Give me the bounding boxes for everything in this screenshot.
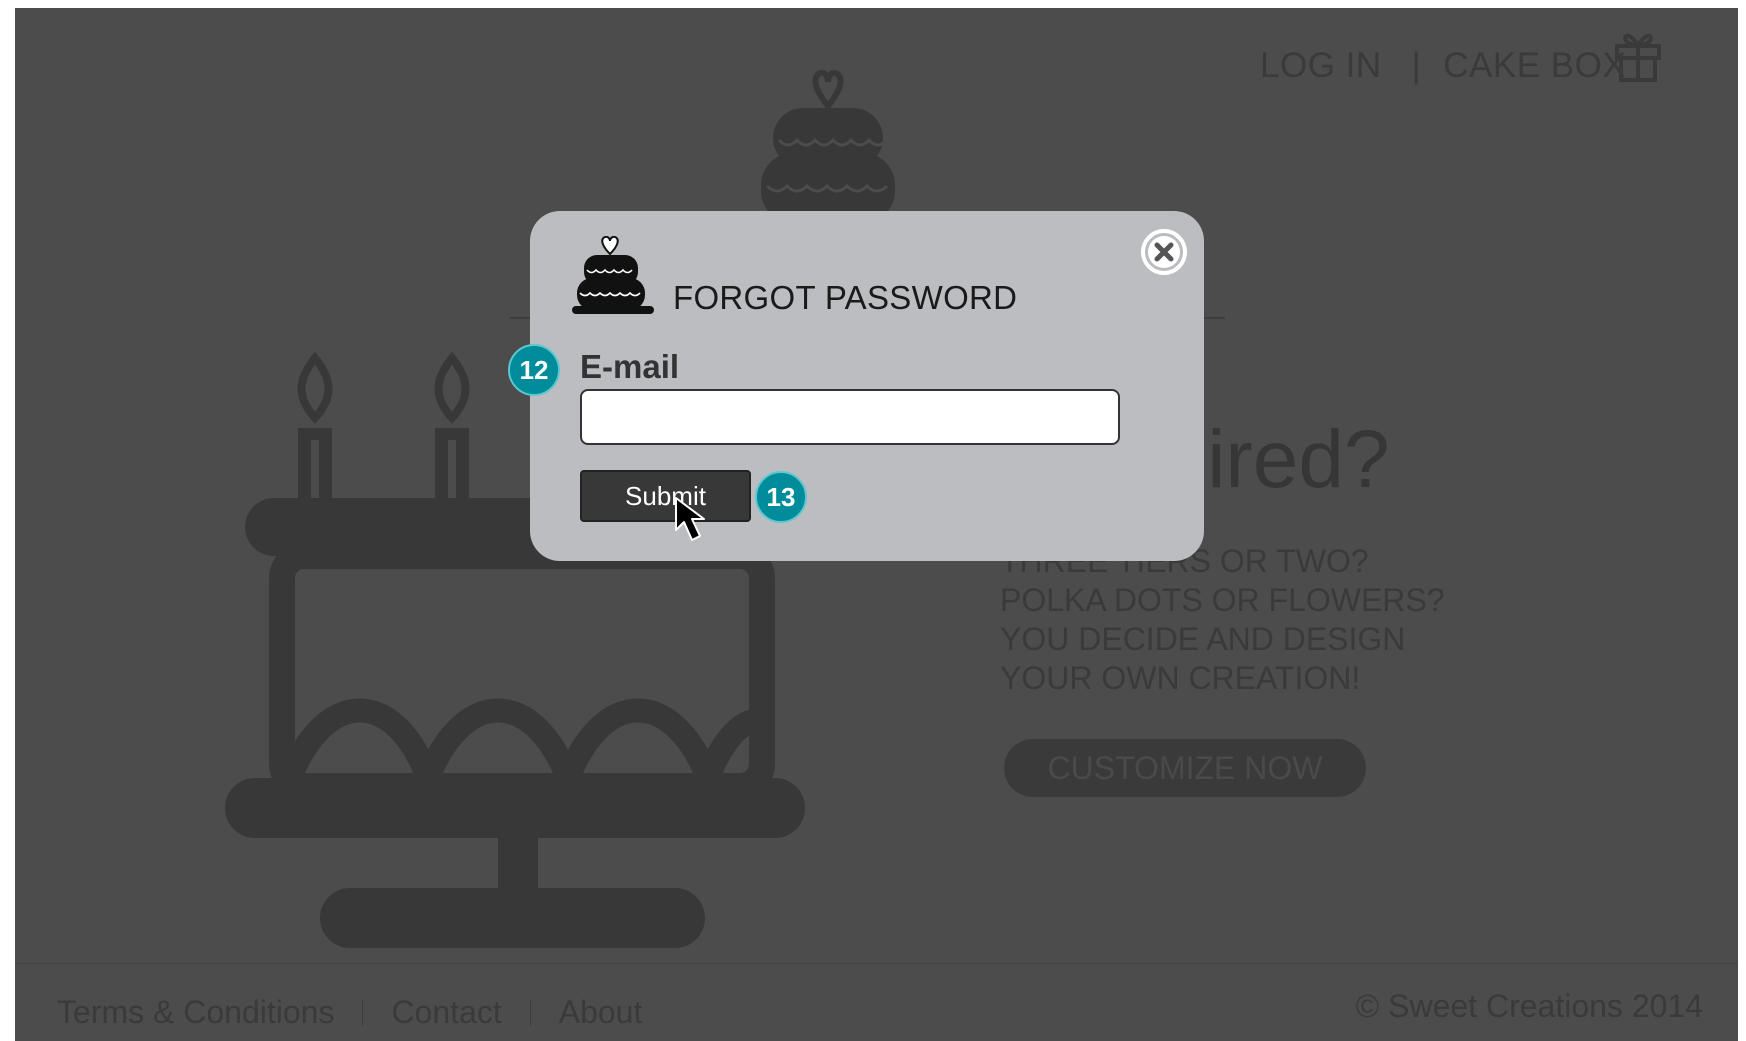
cursor-icon [675,497,705,541]
annotation-badge-email: 12 [508,344,560,396]
logo-cake-icon [761,69,895,218]
submit-button[interactable]: Submit [580,470,751,522]
email-input[interactable] [580,389,1120,445]
annotation-badge-submit: 13 [755,471,807,523]
hero-description: THREE TIERS OR TWO? POLKA DOTS OR FLOWER… [1000,542,1445,698]
terms-link[interactable]: Terms & Conditions [57,994,334,1031]
gift-icon[interactable] [1613,28,1663,83]
footer-separator [529,999,531,1026]
footer-separator [362,999,364,1026]
nav-separator: | [1411,46,1422,85]
footer: Terms & Conditions Contact About © Sweet… [15,963,1738,1041]
login-link[interactable]: LOG IN [1260,46,1382,86]
hero-line: YOUR OWN CREATION! [1000,660,1361,696]
cake-box-link[interactable]: CAKE BOX [1443,46,1626,86]
about-link[interactable]: About [559,994,643,1031]
hero-line: POLKA DOTS OR FLOWERS? [1000,582,1445,618]
email-label: E-mail [580,348,680,385]
header-nav: LOG IN | CAKE BOX [1260,46,1626,86]
forgot-password-modal: FORGOT PASSWORD E-mail Submit [530,211,1204,561]
hero-line: YOU DECIDE AND DESIGN [1000,621,1406,657]
modal-title: FORGOT PASSWORD [673,279,1018,316]
copyright: © Sweet Creations 2014 [1355,988,1703,1024]
footer-links: Terms & Conditions Contact About [57,994,642,1031]
close-icon [1141,229,1187,275]
cake-icon [572,236,654,314]
contact-link[interactable]: Contact [391,994,501,1031]
customize-now-button[interactable]: CUSTOMIZE NOW [1004,739,1366,797]
close-button[interactable] [1140,228,1188,276]
